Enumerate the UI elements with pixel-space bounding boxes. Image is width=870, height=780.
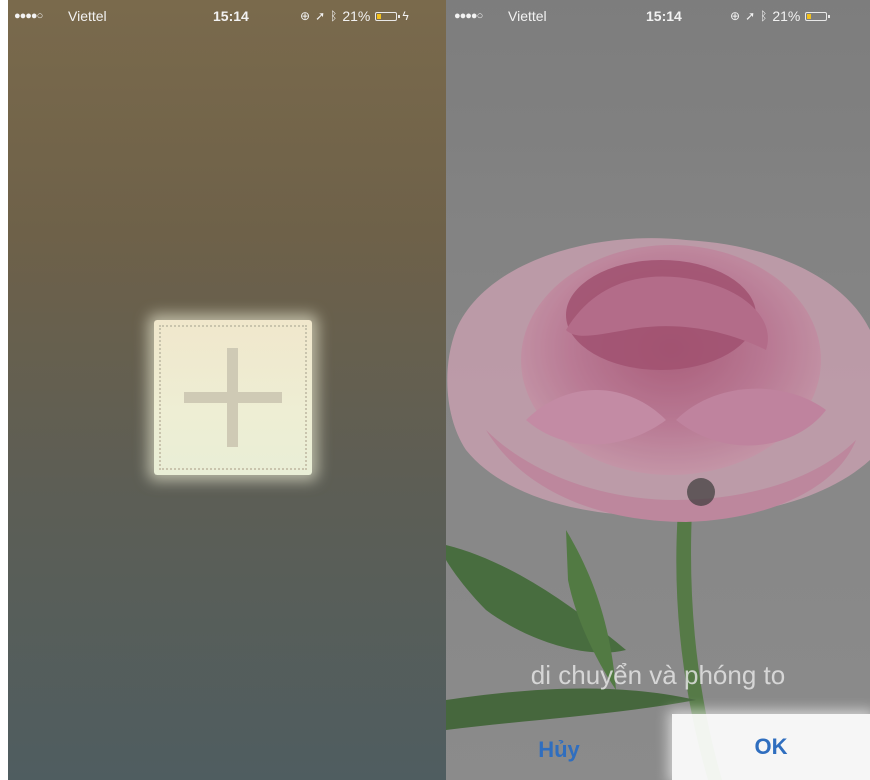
right-screen: ●●●●○ Viettel 15:14 ⊕ ➚ ᛒ 21% di chuyển … bbox=[446, 0, 870, 780]
add-photo-button[interactable] bbox=[154, 320, 312, 475]
carrier-name: Viettel bbox=[68, 8, 107, 24]
bluetooth-icon: ᛒ bbox=[760, 9, 768, 23]
left-screen: ●●●●○ Viettel 15:14 ⊕ ➚ ᛒ 21% ϟ bbox=[8, 0, 446, 780]
clock-time: 15:14 bbox=[646, 8, 682, 24]
status-bar: ●●●●○ Viettel 15:14 ⊕ ➚ ᛒ 21% ϟ bbox=[8, 0, 446, 30]
battery-icon bbox=[805, 11, 831, 21]
signal-strength: ●●●●○ bbox=[14, 10, 43, 22]
cancel-button[interactable]: Hủy bbox=[446, 720, 672, 780]
battery-percent: 21% bbox=[342, 8, 371, 24]
location-lock-icon: ⊕ bbox=[730, 9, 741, 23]
battery-icon bbox=[375, 11, 401, 21]
signal-strength: ●●●●○ bbox=[454, 10, 483, 22]
carrier-name: Viettel bbox=[508, 8, 547, 24]
charging-icon: ϟ bbox=[402, 9, 409, 23]
battery-percent: 21% bbox=[772, 8, 801, 24]
location-arrow-icon: ➚ bbox=[315, 9, 326, 23]
location-lock-icon: ⊕ bbox=[300, 9, 311, 23]
status-icons: ⊕ ➚ ᛒ 21% ϟ bbox=[300, 8, 409, 24]
status-icons: ⊕ ➚ ᛒ 21% bbox=[730, 8, 831, 24]
clock-time: 15:14 bbox=[213, 8, 249, 24]
plus-icon-bar bbox=[184, 392, 282, 403]
ok-button[interactable]: OK bbox=[672, 714, 870, 780]
status-bar: ●●●●○ Viettel 15:14 ⊕ ➚ ᛒ 21% bbox=[446, 0, 870, 30]
bluetooth-icon: ᛒ bbox=[330, 9, 338, 23]
move-and-scale-hint: di chuyển và phóng to bbox=[530, 660, 786, 690]
location-arrow-icon: ➚ bbox=[745, 9, 756, 23]
